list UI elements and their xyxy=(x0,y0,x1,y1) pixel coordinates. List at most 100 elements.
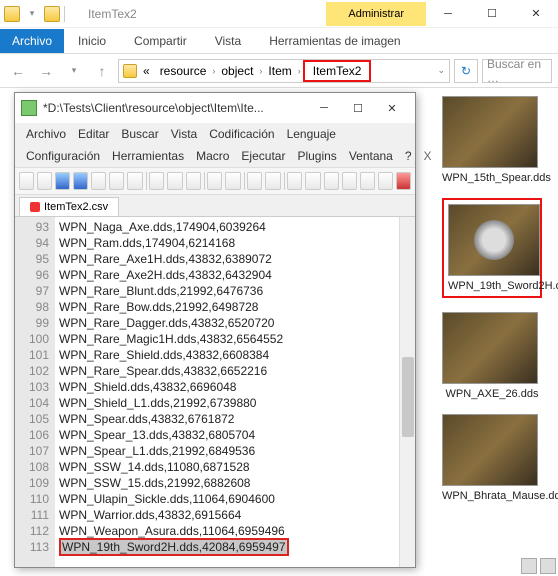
view-thumbs-icon[interactable] xyxy=(540,558,556,574)
menu-item[interactable]: Codificación xyxy=(204,126,279,142)
chevron-down-icon[interactable]: ⌄ xyxy=(437,65,445,76)
code-line[interactable]: WPN_SSW_15.dds,21992,6882608 xyxy=(59,475,395,491)
npp-toolbar xyxy=(15,167,415,195)
open-file-icon[interactable] xyxy=(37,172,52,190)
code-line[interactable]: WPN_Rare_Blunt.dds,21992,6476736 xyxy=(59,283,395,299)
replace-icon[interactable] xyxy=(265,172,280,190)
breadcrumb-prefix[interactable]: « xyxy=(139,62,154,80)
fold-icon[interactable] xyxy=(360,172,375,190)
unfold-icon[interactable] xyxy=(378,172,393,190)
menu-item[interactable]: Configuración xyxy=(21,148,105,164)
find-icon[interactable] xyxy=(247,172,262,190)
code-line[interactable]: WPN_Rare_Spear.dds,43832,6652216 xyxy=(59,363,395,379)
menu-item[interactable]: Herramientas xyxy=(107,148,189,164)
npp-titlebar[interactable]: *D:\Tests\Client\resource\object\Item\It… xyxy=(15,93,415,123)
menu-item[interactable]: Editar xyxy=(73,126,114,142)
nav-back-button[interactable]: ← xyxy=(6,59,30,83)
code-line[interactable]: WPN_Rare_Dagger.dds,43832,6520720 xyxy=(59,315,395,331)
code-line[interactable]: WPN_19th_Sword2H.dds,42084,6959497 xyxy=(59,539,395,555)
address-bar[interactable]: « resource › object › Item › ItemTex2 ⌄ xyxy=(118,59,450,83)
undo-icon[interactable] xyxy=(207,172,222,190)
code-area[interactable]: WPN_Naga_Axe.dds,174904,6039264WPN_Ram.d… xyxy=(55,217,399,567)
code-line[interactable]: WPN_Weapon_Asura.dds,11064,6959496 xyxy=(59,523,395,539)
menu-item[interactable]: Ejecutar xyxy=(236,148,290,164)
code-line[interactable]: WPN_Naga_Axe.dds,174904,6039264 xyxy=(59,219,395,235)
code-line[interactable]: WPN_Warrior.dds,43832,6915664 xyxy=(59,507,395,523)
search-input[interactable]: Buscar en … xyxy=(482,59,552,83)
menu-item[interactable]: Buscar xyxy=(116,126,163,142)
ribbon-tab[interactable]: Inicio xyxy=(64,29,120,53)
code-line[interactable]: WPN_Ram.dds,174904,6214168 xyxy=(59,235,395,251)
ribbon: Archivo Inicio Compartir Vista Herramien… xyxy=(0,28,558,54)
ribbon-tab[interactable]: Compartir xyxy=(120,29,201,53)
menu-item[interactable]: Archivo xyxy=(21,126,71,142)
menu-item[interactable]: Ventana xyxy=(344,148,398,164)
code-line[interactable]: WPN_Rare_Shield.dds,43832,6608384 xyxy=(59,347,395,363)
nav-fwd-button[interactable]: → xyxy=(34,59,58,83)
code-line[interactable]: WPN_Shield.dds,43832,6696048 xyxy=(59,379,395,395)
code-line[interactable]: WPN_SSW_14.dds,11080,6871528 xyxy=(59,459,395,475)
paste-icon[interactable] xyxy=(186,172,201,190)
menu-item[interactable]: Plugins xyxy=(292,148,341,164)
npp-tab[interactable]: ItemTex2.csv xyxy=(19,197,119,216)
close-button[interactable]: ✕ xyxy=(514,0,558,28)
npp-editor[interactable]: 9394959697989910010110210310410510610710… xyxy=(15,217,415,567)
code-line[interactable]: WPN_Rare_Axe2H.dds,43832,6432904 xyxy=(59,267,395,283)
menu-close-icon[interactable]: X xyxy=(419,148,437,164)
code-line[interactable]: WPN_Spear_L1.dds,21992,6849536 xyxy=(59,443,395,459)
copy-icon[interactable] xyxy=(167,172,182,190)
show-all-chars-icon[interactable] xyxy=(342,172,357,190)
code-line[interactable]: WPN_Spear_13.dds,43832,6805704 xyxy=(59,427,395,443)
code-line[interactable]: WPN_Spear.dds,43832,6761872 xyxy=(59,411,395,427)
close-all-icon[interactable] xyxy=(109,172,124,190)
file-thumbnail[interactable]: WPN_19th_Sword2H.dds xyxy=(442,198,542,298)
nav-history-button[interactable]: ▾ xyxy=(62,59,86,83)
print-icon[interactable] xyxy=(127,172,142,190)
cut-icon[interactable] xyxy=(149,172,164,190)
texture-preview xyxy=(442,414,538,486)
new-file-icon[interactable] xyxy=(19,172,34,190)
close-file-icon[interactable] xyxy=(91,172,106,190)
redo-icon[interactable] xyxy=(225,172,240,190)
file-thumbnail[interactable]: WPN_Bhrata_Mause.dds xyxy=(442,414,542,502)
breadcrumb[interactable]: Item xyxy=(264,62,295,80)
minimize-button[interactable]: ─ xyxy=(307,94,341,122)
down-arrow-icon[interactable]: ▾ xyxy=(24,6,40,22)
scroll-thumb[interactable] xyxy=(402,357,414,437)
nav-up-button[interactable]: ↑ xyxy=(90,59,114,83)
save-icon[interactable] xyxy=(55,172,70,190)
file-thumbnail[interactable]: WPN_AXE_26.dds xyxy=(442,312,542,400)
code-line[interactable]: WPN_Rare_Bow.dds,21992,6498728 xyxy=(59,299,395,315)
refresh-button[interactable]: ↻ xyxy=(454,59,478,83)
ribbon-tab[interactable]: Vista xyxy=(201,29,255,53)
close-button[interactable]: ✕ xyxy=(375,94,409,122)
record-macro-icon[interactable] xyxy=(396,172,411,190)
menu-item[interactable]: Lenguaje xyxy=(282,126,341,142)
tools-tab[interactable]: Administrar xyxy=(326,2,426,26)
maximize-button[interactable]: ☐ xyxy=(470,0,514,28)
ribbon-file[interactable]: Archivo xyxy=(0,29,64,53)
menu-item[interactable]: Vista xyxy=(166,126,202,142)
menu-item[interactable]: ? xyxy=(400,148,417,164)
maximize-button[interactable]: ☐ xyxy=(341,94,375,122)
scrollbar-vertical[interactable] xyxy=(399,217,415,567)
code-line[interactable]: WPN_Shield_L1.dds,21992,6739880 xyxy=(59,395,395,411)
file-thumbnail[interactable]: WPN_15th_Spear.dds xyxy=(442,96,542,184)
code-line[interactable]: WPN_Rare_Magic1H.dds,43832,6564552 xyxy=(59,331,395,347)
view-switch[interactable] xyxy=(521,558,556,574)
code-line[interactable]: WPN_Rare_Axe1H.dds,43832,6389072 xyxy=(59,251,395,267)
zoom-in-icon[interactable] xyxy=(287,172,302,190)
file-label: WPN_19th_Sword2H.dds xyxy=(448,280,536,292)
breadcrumb[interactable]: object xyxy=(217,62,257,80)
wrap-icon[interactable] xyxy=(324,172,339,190)
breadcrumb-current[interactable]: ItemTex2 xyxy=(303,60,372,82)
zoom-out-icon[interactable] xyxy=(305,172,320,190)
ribbon-tools-sub[interactable]: Herramientas de imagen xyxy=(255,29,414,53)
code-line[interactable]: WPN_Ulapin_Sickle.dds,11064,6904600 xyxy=(59,491,395,507)
separator xyxy=(284,172,285,190)
minimize-button[interactable]: ─ xyxy=(426,0,470,28)
menu-item[interactable]: Macro xyxy=(191,148,234,164)
view-details-icon[interactable] xyxy=(521,558,537,574)
save-all-icon[interactable] xyxy=(73,172,88,190)
breadcrumb[interactable]: resource xyxy=(156,62,211,80)
